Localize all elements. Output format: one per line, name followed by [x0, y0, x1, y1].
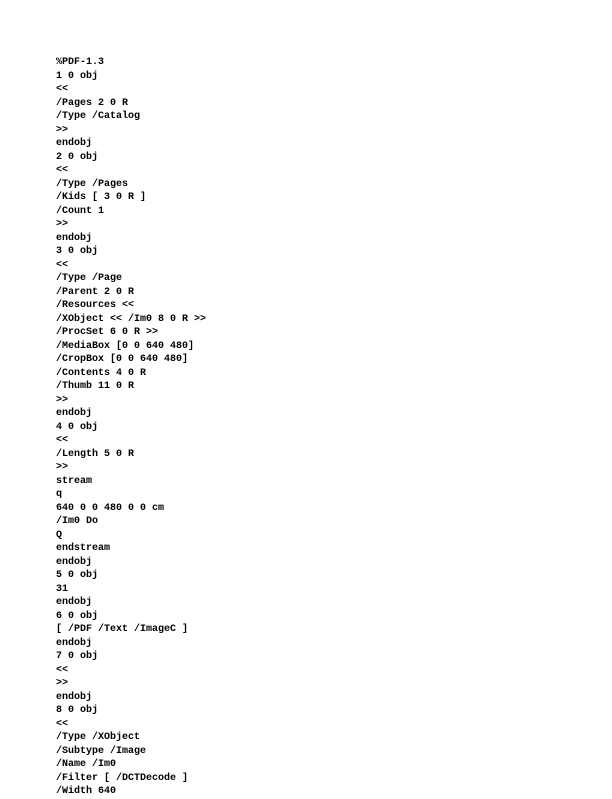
code-line: /CropBox [0 0 640 480]: [56, 353, 612, 367]
code-line: /Length 5 0 R: [56, 448, 612, 462]
code-line: /Contents 4 0 R: [56, 367, 612, 381]
code-line: /Kids [ 3 0 R ]: [56, 191, 612, 205]
code-line: q: [56, 488, 612, 502]
code-line: Q: [56, 529, 612, 543]
code-line: /Parent 2 0 R: [56, 286, 612, 300]
code-line: 640 0 0 480 0 0 cm: [56, 502, 612, 516]
code-line: >>: [56, 394, 612, 408]
document-page: %PDF-1.31 0 obj<</Pages 2 0 R/Type /Cata…: [0, 0, 612, 799]
code-line: >>: [56, 124, 612, 138]
code-line: 2 0 obj: [56, 151, 612, 165]
code-line: /Type /XObject: [56, 731, 612, 745]
code-line: /Type /Pages: [56, 178, 612, 192]
code-line: 5 0 obj: [56, 569, 612, 583]
code-line: <<: [56, 259, 612, 273]
code-line: 1 0 obj: [56, 70, 612, 84]
code-line: 3 0 obj: [56, 245, 612, 259]
code-line: [ /PDF /Text /ImageC ]: [56, 623, 612, 637]
code-line: /Im0 Do: [56, 515, 612, 529]
code-line: 31: [56, 583, 612, 597]
code-line: endobj: [56, 232, 612, 246]
code-line: /Count 1: [56, 205, 612, 219]
code-line: <<: [56, 718, 612, 732]
code-line: /Resources <<: [56, 299, 612, 313]
code-line: <<: [56, 164, 612, 178]
code-line: /Subtype /Image: [56, 745, 612, 759]
code-line: endobj: [56, 637, 612, 651]
code-line: endstream: [56, 542, 612, 556]
code-line: <<: [56, 83, 612, 97]
code-line: /Filter [ /DCTDecode ]: [56, 772, 612, 786]
code-line: /Thumb 11 0 R: [56, 380, 612, 394]
code-line: <<: [56, 434, 612, 448]
code-line: stream: [56, 475, 612, 489]
code-line: >>: [56, 218, 612, 232]
code-line: 6 0 obj: [56, 610, 612, 624]
code-line: /Type /Catalog: [56, 110, 612, 124]
code-line: endobj: [56, 556, 612, 570]
code-line: /Pages 2 0 R: [56, 97, 612, 111]
code-line: /MediaBox [0 0 640 480]: [56, 340, 612, 354]
code-line: >>: [56, 677, 612, 691]
code-line: %PDF-1.3: [56, 56, 612, 70]
code-line: endobj: [56, 596, 612, 610]
code-line: >>: [56, 461, 612, 475]
code-line: 8 0 obj: [56, 704, 612, 718]
code-line: 7 0 obj: [56, 650, 612, 664]
code-line: <<: [56, 664, 612, 678]
code-line: endobj: [56, 691, 612, 705]
code-line: 4 0 obj: [56, 421, 612, 435]
code-line: /XObject << /Im0 8 0 R >>: [56, 313, 612, 327]
code-line: endobj: [56, 137, 612, 151]
code-line: endobj: [56, 407, 612, 421]
code-line: /Name /Im0: [56, 758, 612, 772]
code-line: /ProcSet 6 0 R >>: [56, 326, 612, 340]
code-line: /Type /Page: [56, 272, 612, 286]
